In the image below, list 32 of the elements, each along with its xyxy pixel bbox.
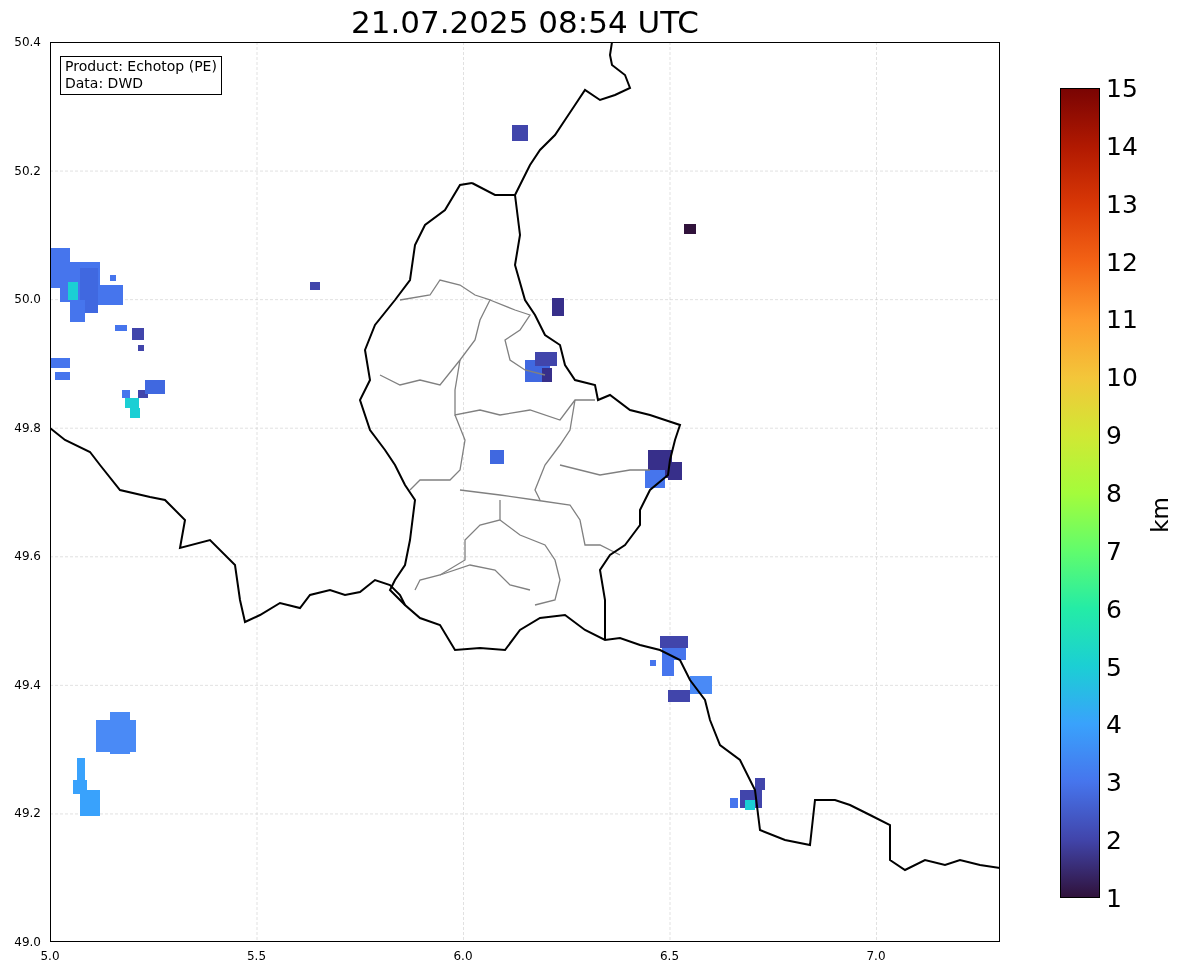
x-tick-label: 6.0	[453, 949, 473, 963]
colorbar-tick-label: 4	[1106, 711, 1122, 737]
colorbar-tick-label: 3	[1106, 769, 1122, 795]
y-tick-label: 50.2	[14, 163, 41, 178]
x-tick-label: 7.0	[866, 949, 886, 963]
y-tick-label: 49.4	[14, 677, 41, 692]
colorbar-tick-label: 11	[1106, 306, 1138, 332]
x-tick-label: 6.5	[659, 949, 680, 963]
colorbar-tick-label: 7	[1106, 538, 1122, 564]
chart-title: 21.07.2025 08:54 UTC	[350, 4, 700, 38]
colorbar-tick-label: 14	[1106, 133, 1138, 159]
colorbar-tick-label: 1	[1106, 885, 1122, 911]
x-tick-label: 5.5	[246, 949, 267, 963]
y-tick-label: 50.0	[14, 292, 41, 307]
colorbar-tick-label: 15	[1106, 75, 1138, 101]
colorbar-tick-label: 12	[1106, 249, 1138, 275]
info-text: Data: DWD	[65, 75, 144, 92]
colorbar-tick-label: 10	[1106, 364, 1138, 390]
colorbar-tick-label: 2	[1106, 827, 1122, 853]
y-tick-label: 49.8	[14, 420, 41, 435]
info-text: Product: Echotop (PE)	[65, 58, 217, 75]
y-tick-label: 49.2	[14, 806, 41, 821]
colorbar-tick-label: 13	[1106, 191, 1138, 217]
y-tick-label: 49.6	[14, 549, 41, 564]
y-tick-label: 50.4	[14, 35, 41, 49]
colorbar-label: km	[1146, 497, 1173, 533]
colorbar-tick-label: 8	[1106, 480, 1122, 506]
y-tick-label: 49.0	[14, 935, 41, 949]
colorbar-tick-label: 9	[1106, 422, 1122, 448]
x-tick-label: 5.0	[40, 949, 60, 963]
colorbar-tick-label: 6	[1106, 596, 1122, 622]
colorbar-tick-label: 5	[1106, 654, 1122, 680]
